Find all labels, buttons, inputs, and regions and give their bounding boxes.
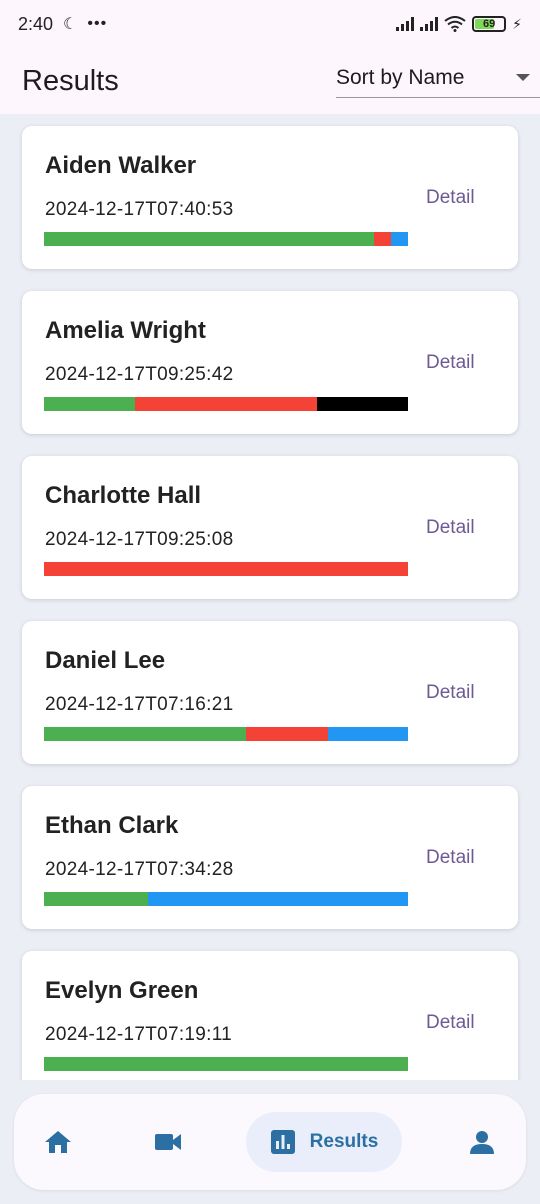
result-card: Aiden Walker 2024-12-17T07:40:53 Detail [22, 126, 518, 269]
result-name: Evelyn Green [45, 977, 199, 1004]
nav-results-label: Results [309, 1131, 379, 1152]
bottom-navigation: Results [14, 1094, 526, 1190]
sort-dropdown[interactable]: Sort by Name [336, 58, 540, 98]
result-progress-bar [44, 232, 408, 246]
charging-icon: ⚡ [512, 15, 522, 32]
home-icon [45, 1131, 71, 1153]
app-bar: Results Sort by Name [0, 48, 540, 114]
more-notifications-icon: ••• [87, 15, 108, 32]
result-progress-bar [44, 397, 408, 411]
nav-results[interactable]: Results [246, 1112, 402, 1172]
nav-home[interactable] [40, 1094, 76, 1190]
results-list[interactable]: Aiden Walker 2024-12-17T07:40:53 Detail … [0, 114, 540, 1080]
person-icon [470, 1131, 494, 1154]
result-card: Ethan Clark 2024-12-17T07:34:28 Detail [22, 786, 518, 929]
video-camera-icon [155, 1134, 181, 1150]
result-name: Amelia Wright [45, 317, 206, 344]
signal-icon [420, 17, 439, 31]
detail-button[interactable]: Detail [426, 682, 475, 704]
bar-segment-blue [148, 892, 408, 906]
bar-segment-green [44, 892, 149, 906]
result-name: Charlotte Hall [45, 482, 202, 509]
dropdown-arrow-icon [516, 74, 530, 81]
bar-segment-red [44, 562, 408, 576]
status-time: 2:40 [18, 13, 54, 34]
bar-segment-blue [327, 727, 408, 741]
signal-icon [396, 17, 415, 31]
result-timestamp: 2024-12-17T07:16:21 [45, 694, 234, 715]
result-card: Evelyn Green 2024-12-17T07:19:11 Detail [22, 951, 518, 1080]
result-name: Daniel Lee [45, 647, 166, 674]
detail-button[interactable]: Detail [426, 352, 475, 374]
bar-segment-green [44, 397, 135, 411]
result-timestamp: 2024-12-17T09:25:42 [45, 364, 234, 385]
result-progress-bar [44, 892, 408, 906]
wifi-icon [444, 16, 466, 32]
moon-icon: ☾ [63, 16, 78, 33]
bar-segment-black [317, 397, 408, 411]
bar-segment-green [44, 1057, 408, 1071]
battery-icon: 69 [472, 16, 507, 32]
detail-button[interactable]: Detail [426, 847, 475, 869]
detail-button[interactable]: Detail [426, 1012, 475, 1034]
bar-segment-green [44, 232, 375, 246]
result-timestamp: 2024-12-17T09:25:08 [45, 529, 234, 550]
sort-dropdown-value: Sort by Name [336, 65, 465, 89]
nav-profile[interactable] [468, 1094, 496, 1190]
result-progress-bar [44, 562, 408, 576]
nav-video[interactable] [152, 1094, 184, 1190]
bar-segment-red [374, 232, 392, 246]
result-timestamp: 2024-12-17T07:19:11 [45, 1024, 233, 1045]
result-progress-bar [44, 727, 408, 741]
result-card: Daniel Lee 2024-12-17T07:16:21 Detail [22, 621, 518, 764]
result-name: Aiden Walker [45, 152, 197, 179]
bar-chart-icon [270, 1130, 295, 1154]
page-title: Results [22, 64, 119, 97]
result-name: Ethan Clark [45, 812, 179, 839]
bar-segment-blue [391, 232, 408, 246]
result-card: Charlotte Hall 2024-12-17T09:25:08 Detai… [22, 456, 518, 599]
bar-segment-red [246, 727, 328, 741]
detail-button[interactable]: Detail [426, 517, 475, 539]
result-card: Amelia Wright 2024-12-17T09:25:42 Detail [22, 291, 518, 434]
result-timestamp: 2024-12-17T07:40:53 [45, 199, 234, 220]
bar-segment-red [135, 397, 317, 411]
detail-button[interactable]: Detail [426, 187, 475, 209]
result-timestamp: 2024-12-17T07:34:28 [45, 859, 234, 880]
battery-level: 69 [483, 18, 496, 30]
status-bar: 2:40 ☾ ••• 69 ⚡ [0, 0, 540, 48]
result-progress-bar [44, 1057, 408, 1071]
bar-segment-green [44, 727, 247, 741]
